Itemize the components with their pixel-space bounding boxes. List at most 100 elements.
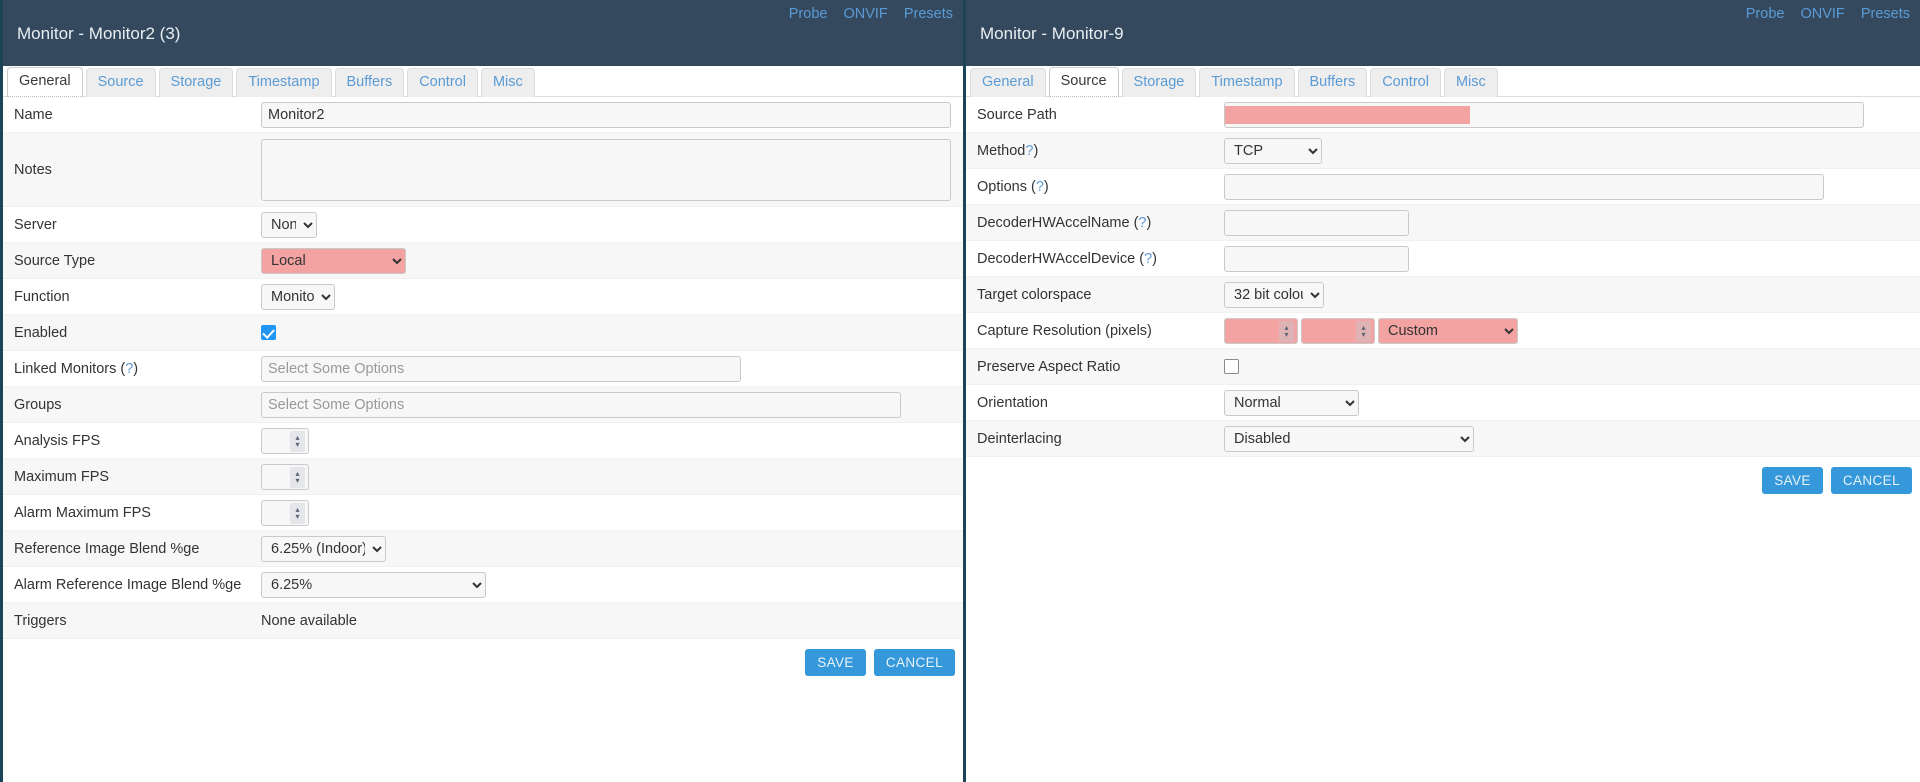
tab-general[interactable]: General [7,67,83,97]
source-path-input[interactable] [1224,101,1864,128]
analysis-fps-label: Analysis FPS [14,432,101,449]
options-label-suffix: ) [1043,178,1049,195]
probe-link[interactable]: Probe [789,6,828,22]
cancel-button[interactable]: CANCEL [873,649,955,676]
tab-misc[interactable]: Misc [1443,68,1498,97]
groups-input[interactable] [261,391,901,418]
row-linked-monitors: Linked Monitors (?) [3,351,963,387]
tab-timestamp[interactable]: Timestamp [1199,68,1295,97]
onvif-link[interactable]: ONVIF [843,6,887,22]
stepper-arrows-icon[interactable]: ▴ ▾ [1356,320,1371,342]
decoder-hwaccel-name-input[interactable] [1224,209,1409,236]
cancel-button[interactable]: CANCEL [1830,467,1912,494]
left-footer-actions: SAVE CANCEL [3,639,963,686]
server-select[interactable]: None [261,211,317,238]
maximum-fps-stepper[interactable]: ▴ ▾ [261,463,309,490]
tab-misc[interactable]: Misc [480,68,535,97]
function-label: Function [14,288,70,305]
capture-resolution-preset-select[interactable]: Custom [1378,317,1518,344]
triggers-label: Triggers [14,612,67,629]
stepper-arrows-icon[interactable]: ▴ ▾ [290,502,305,524]
tab-control[interactable]: Control [407,68,478,97]
notes-textarea[interactable] [261,138,951,201]
reference-image-blend-select[interactable]: 6.25% (Indoor) [261,535,386,562]
source-path-label: Source Path [977,106,1057,123]
decoder-hwaccel-device-input[interactable] [1224,245,1409,272]
analysis-fps-stepper[interactable]: ▴ ▾ [261,427,309,454]
server-label: Server [14,216,57,233]
linked-monitors-label-suffix: ) [133,360,139,377]
function-select[interactable]: Monitor [261,283,335,310]
capture-width-stepper[interactable]: ▴ ▾ [1224,317,1298,344]
orientation-select[interactable]: Normal [1224,389,1359,416]
right-header-links: Probe ONVIF Presets [1734,6,1910,22]
row-method: Method?) TCP [966,133,1920,169]
tab-storage[interactable]: Storage [158,68,234,97]
row-maximum-fps: Maximum FPS ▴ ▾ [3,459,963,495]
reference-image-blend-label: Reference Image Blend %ge [14,540,200,557]
enabled-checkbox[interactable] [261,325,276,340]
preserve-aspect-ratio-checkbox[interactable] [1224,359,1239,374]
tab-storage[interactable]: Storage [1121,68,1197,97]
tab-buffers[interactable]: Buffers [1297,68,1368,97]
row-orientation: Orientation Normal [966,385,1920,421]
left-tab-strip: General Source Storage Timestamp Buffers… [3,66,963,97]
decoder-hwaccel-name-label: DecoderHWAccelName (?) [966,215,1224,231]
right-monitor-panel: Monitor - Monitor-9 Probe ONVIF Presets … [963,0,1920,782]
decoder-hwaccel-device-help-icon[interactable]: ? [1144,251,1152,267]
row-deinterlacing: Deinterlacing Disabled [966,421,1920,457]
row-reference-image-blend: Reference Image Blend %ge 6.25% (Indoor) [3,531,963,567]
triggers-value: None available [261,612,357,629]
tab-timestamp[interactable]: Timestamp [236,68,332,97]
options-help-icon[interactable]: ? [1036,179,1044,195]
tab-source[interactable]: Source [1048,67,1119,97]
alarm-reference-image-blend-select[interactable]: 6.25% [261,571,486,598]
stepper-arrows-icon[interactable]: ▴ ▾ [1279,320,1294,342]
row-function: Function Monitor [3,279,963,315]
row-source-type: Source Type Local [3,243,963,279]
deinterlacing-select[interactable]: Disabled [1224,425,1474,452]
tab-general[interactable]: General [970,68,1046,97]
decoder-hwaccel-name-label-text: DecoderHWAccelName ( [977,214,1139,231]
left-monitor-panel: Monitor - Monitor2 (3) Probe ONVIF Prese… [0,0,963,782]
row-enabled: Enabled [3,315,963,351]
notes-label: Notes [14,161,52,178]
groups-label: Groups [14,396,62,413]
linked-monitors-label-text: Linked Monitors ( [14,360,126,377]
probe-link[interactable]: Probe [1746,6,1785,22]
capture-height-stepper[interactable]: ▴ ▾ [1301,317,1375,344]
linked-monitors-input[interactable] [261,355,741,382]
tab-control[interactable]: Control [1370,68,1441,97]
alarm-maximum-fps-label: Alarm Maximum FPS [14,504,151,521]
right-page-title: Monitor - Monitor-9 [980,24,1124,43]
options-input[interactable] [1224,173,1824,200]
save-button[interactable]: SAVE [1762,467,1823,494]
onvif-link[interactable]: ONVIF [1800,6,1844,22]
decoder-hwaccel-device-label: DecoderHWAccelDevice (?) [966,251,1224,267]
left-header-links: Probe ONVIF Presets [777,6,953,22]
alarm-maximum-fps-stepper[interactable]: ▴ ▾ [261,499,309,526]
name-input[interactable] [261,101,951,128]
tab-source[interactable]: Source [85,68,156,97]
decoder-hwaccel-device-label-suffix: ) [1152,250,1157,267]
right-form-body: Source Path Method?) TCP Options (?) Dec… [966,97,1920,782]
row-capture-resolution: Capture Resolution (pixels) ▴ ▾ ▴ ▾ Custom [966,313,1920,349]
decoder-hwaccel-name-label-suffix: ) [1146,214,1152,231]
method-select[interactable]: TCP [1224,137,1322,164]
target-colorspace-select[interactable]: 32 bit colour [1224,281,1324,308]
right-tab-strip: General Source Storage Timestamp Buffers… [966,66,1920,97]
options-label: Options (?) [966,179,1224,195]
capture-resolution-label: Capture Resolution (pixels) [977,322,1152,339]
presets-link[interactable]: Presets [904,6,953,22]
row-name: Name [3,97,963,133]
method-label-suffix: ) [1033,142,1039,159]
save-button[interactable]: SAVE [805,649,866,676]
tab-buffers[interactable]: Buffers [334,68,405,97]
row-analysis-fps: Analysis FPS ▴ ▾ [3,423,963,459]
source-type-select[interactable]: Local [261,247,406,274]
decoder-hwaccel-name-help-icon[interactable]: ? [1138,215,1146,231]
presets-link[interactable]: Presets [1861,6,1910,22]
row-server: Server None [3,207,963,243]
stepper-arrows-icon[interactable]: ▴ ▾ [290,430,305,452]
stepper-arrows-icon[interactable]: ▴ ▾ [290,466,305,488]
